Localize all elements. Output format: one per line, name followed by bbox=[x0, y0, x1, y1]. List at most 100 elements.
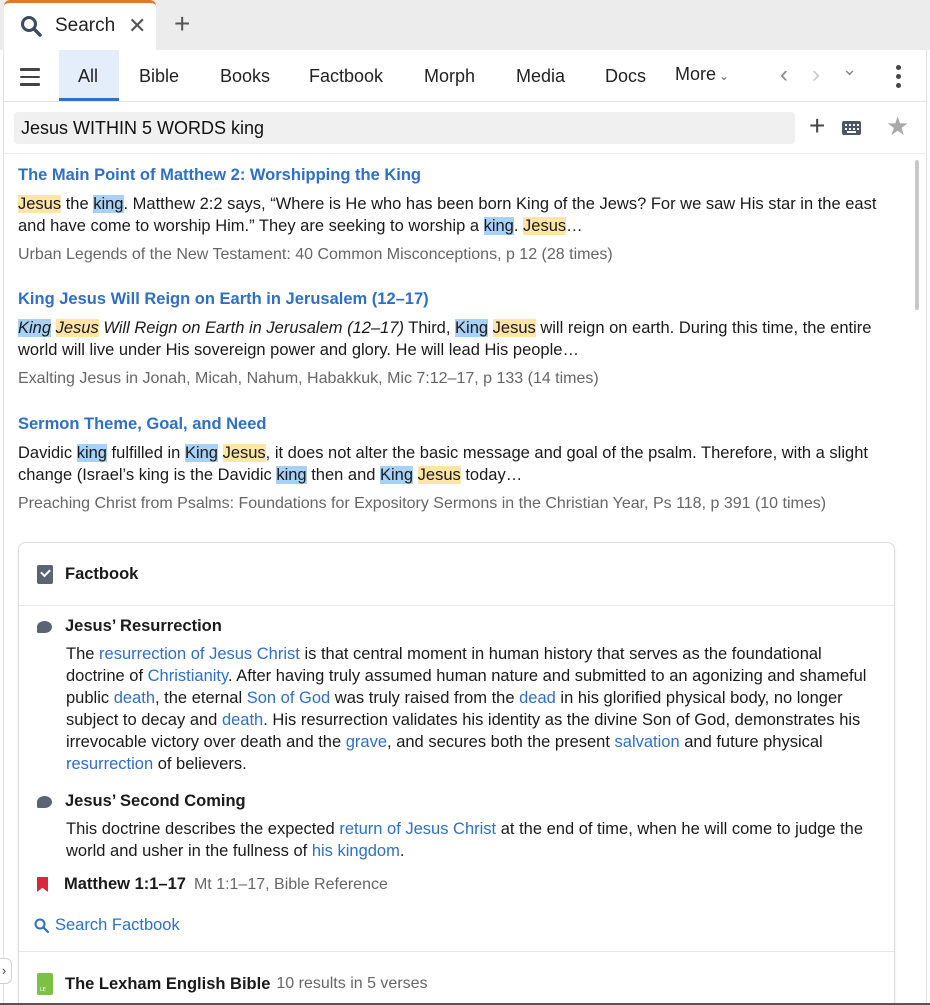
factbook-link[interactable]: salvation bbox=[615, 733, 680, 751]
highlight-king: King bbox=[184, 444, 218, 462]
highlight-jesus: Jesus bbox=[222, 444, 266, 462]
snippet-text bbox=[51, 319, 56, 337]
search-result: King Jesus Will Reign on Earth in Jerusa… bbox=[18, 288, 898, 390]
bible-title: The Lexham English Bible bbox=[65, 974, 271, 993]
category-docs[interactable]: Docs bbox=[605, 66, 646, 87]
result-source: Urban Legends of the New Testament: 40 C… bbox=[18, 246, 613, 263]
bible-reference-row[interactable]: Matthew 1:1–17 Mt 1:1–17, Bible Referenc… bbox=[37, 875, 388, 894]
entry-body: The resurrection of Jesus Christ is that… bbox=[66, 643, 877, 775]
category-media[interactable]: Media bbox=[516, 66, 565, 87]
bible-subtitle: 10 results in 5 verses bbox=[276, 975, 428, 992]
forward-arrow-icon[interactable]: › bbox=[812, 62, 820, 88]
snippet-text: the bbox=[61, 195, 94, 213]
category-bible[interactable]: Bible bbox=[139, 66, 179, 87]
category-morph[interactable]: Morph bbox=[424, 66, 475, 87]
reference-title: Matthew 1:1–17 bbox=[64, 875, 186, 893]
category-books[interactable]: Books bbox=[220, 66, 270, 87]
snippet-text: fulfilled in bbox=[106, 444, 185, 462]
category-more-label: More bbox=[675, 64, 717, 84]
factbook-link[interactable]: dead bbox=[519, 689, 556, 707]
body-text: was truly raised from the bbox=[330, 689, 520, 707]
search-factbook-link[interactable]: Search Factbook bbox=[34, 916, 180, 935]
category-bar: All Bible Books Factbook Morph Media Doc… bbox=[4, 50, 926, 102]
highlight-king: king bbox=[76, 444, 107, 462]
menu-icon[interactable] bbox=[20, 68, 40, 86]
highlight-king: King bbox=[18, 319, 52, 337]
result-title[interactable]: King Jesus Will Reign on Earth in Jerusa… bbox=[18, 288, 898, 310]
highlight-jesus: Jesus bbox=[523, 217, 567, 235]
back-arrow-icon[interactable]: ‹ bbox=[780, 62, 788, 88]
factbook-header: Factbook bbox=[37, 565, 138, 584]
body-text: . bbox=[399, 842, 405, 860]
result-title[interactable]: The Main Point of Matthew 2: Worshipping… bbox=[18, 164, 898, 186]
close-icon[interactable]: ✕ bbox=[128, 15, 146, 37]
factbook-link[interactable]: resurrection of Jesus Christ bbox=[99, 645, 300, 663]
add-icon[interactable]: + bbox=[809, 112, 825, 140]
factbook-link[interactable]: grave bbox=[346, 733, 387, 751]
bible-book-icon bbox=[37, 973, 53, 995]
tab-search[interactable]: Search ✕ bbox=[4, 0, 156, 52]
body-text: This doctrine describes the expected bbox=[66, 820, 340, 838]
body-text: and future physical bbox=[679, 733, 823, 751]
bible-result-row[interactable]: The Lexham English Bible 10 results in 5… bbox=[37, 973, 428, 995]
entry-body: This doctrine describes the expected ret… bbox=[66, 818, 877, 862]
body-text: of believers. bbox=[153, 755, 247, 773]
bookmark-icon bbox=[37, 877, 48, 892]
factbook-link[interactable]: return of Jesus Christ bbox=[339, 820, 496, 838]
factbook-link[interactable]: Son of God bbox=[247, 689, 330, 707]
highlight-king: King bbox=[455, 319, 489, 337]
entry-title[interactable]: Jesus’ Second Coming bbox=[65, 792, 246, 811]
speech-bubble-icon bbox=[37, 620, 52, 633]
factbook-icon bbox=[37, 565, 53, 584]
divider bbox=[19, 951, 894, 952]
result-snippet: Jesus the king. Matthew 2:2 says, “Where… bbox=[18, 193, 898, 237]
search-factbook-label: Search Factbook bbox=[55, 916, 180, 934]
result-snippet: Davidic king fulfilled in King Jesus, it… bbox=[18, 442, 898, 486]
highlight-jesus: Jesus bbox=[417, 466, 461, 484]
search-icon bbox=[21, 16, 42, 37]
factbook-link[interactable]: resurrection bbox=[66, 755, 153, 773]
chevron-down-icon: ⌄ bbox=[719, 69, 730, 83]
expand-panel-icon[interactable]: › bbox=[0, 958, 12, 984]
snippet-text: Davidic bbox=[18, 444, 77, 462]
snippet-text: … bbox=[566, 217, 583, 235]
snippet-text: . bbox=[513, 217, 524, 235]
category-factbook[interactable]: Factbook bbox=[309, 66, 383, 87]
snippet-text: . Matthew 2:2 says, “Where is He who has… bbox=[18, 195, 877, 235]
search-result: Sermon Theme, Goal, and Need Davidic kin… bbox=[18, 413, 898, 515]
new-tab-button[interactable]: + bbox=[174, 10, 190, 38]
factbook-entry: Jesus’ Second Coming This doctrine descr… bbox=[37, 790, 877, 862]
search-icon bbox=[34, 918, 49, 933]
factbook-link[interactable]: death bbox=[114, 689, 155, 707]
star-icon[interactable]: ★ bbox=[886, 112, 909, 140]
snippet-text: Third, bbox=[403, 319, 456, 337]
search-input[interactable] bbox=[14, 112, 795, 144]
more-options-icon[interactable] bbox=[896, 65, 902, 89]
tab-title: Search bbox=[55, 15, 116, 36]
highlight-jesus: Jesus bbox=[55, 319, 99, 337]
snippet-text bbox=[488, 319, 493, 337]
snippet-text bbox=[218, 444, 223, 462]
keyboard-icon[interactable] bbox=[842, 121, 861, 135]
highlight-jesus: Jesus bbox=[18, 195, 62, 213]
category-all[interactable]: All bbox=[59, 50, 119, 101]
scrollbar-thumb[interactable] bbox=[915, 160, 919, 310]
search-result: The Main Point of Matthew 2: Worshipping… bbox=[18, 164, 898, 266]
factbook-card: Factbook Jesus’ Resurrection The resurre… bbox=[18, 542, 895, 1005]
category-all-label: All bbox=[78, 66, 99, 86]
snippet-text: today… bbox=[460, 466, 523, 484]
tab-strip: Search ✕ + bbox=[0, 0, 930, 52]
search-row: + ★ bbox=[4, 102, 926, 154]
divider bbox=[19, 605, 894, 606]
factbook-link[interactable]: his kingdom bbox=[312, 842, 400, 860]
snippet-text: Will Reign on Earth in Jerusalem (12–17) bbox=[98, 319, 404, 337]
factbook-link[interactable]: death bbox=[222, 711, 263, 729]
entry-title[interactable]: Jesus’ Resurrection bbox=[65, 617, 222, 636]
factbook-entry: Jesus’ Resurrection The resurrection of … bbox=[37, 615, 877, 775]
body-text: , the eternal bbox=[155, 689, 247, 707]
history-dropdown-icon[interactable]: ⌄ bbox=[842, 56, 857, 82]
highlight-king: king bbox=[276, 466, 307, 484]
factbook-link[interactable]: Christianity bbox=[148, 667, 228, 685]
category-more[interactable]: More ⌄ bbox=[675, 64, 729, 85]
result-title[interactable]: Sermon Theme, Goal, and Need bbox=[18, 413, 898, 435]
